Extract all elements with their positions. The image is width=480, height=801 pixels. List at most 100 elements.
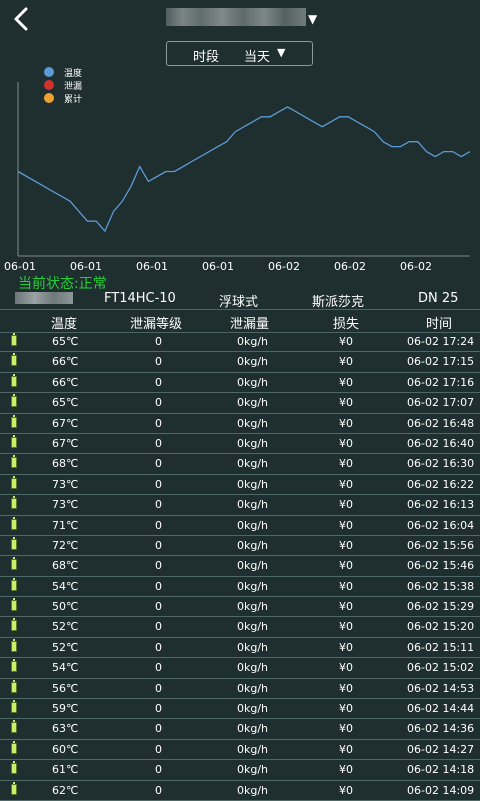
table-row[interactable]: 52℃ 0 0kg/h ¥0 06-02 15:20 xyxy=(0,617,480,638)
cell-leak-level: 0 xyxy=(155,559,162,573)
table-row[interactable]: 66℃ 0 0kg/h ¥0 06-02 17:16 xyxy=(0,373,480,394)
period-dropdown-icon[interactable]: ▼ xyxy=(277,46,285,59)
cell-temperature: 68℃ xyxy=(52,559,79,573)
battery-icon xyxy=(11,720,17,734)
cell-loss: ¥0 xyxy=(339,763,353,777)
x-tick-label: 06-01 xyxy=(202,260,234,273)
cell-temperature: 59℃ xyxy=(52,702,79,716)
cell-temperature: 67℃ xyxy=(52,436,79,450)
cell-time: 06-02 16:30 xyxy=(407,457,475,471)
col-loss: 损失 xyxy=(333,317,360,332)
table-row[interactable]: 72℃ 0 0kg/h ¥0 06-02 15:56 xyxy=(0,536,480,557)
battery-icon xyxy=(11,353,17,367)
period-label: 时段 xyxy=(193,50,220,65)
battery-icon xyxy=(11,679,17,693)
cell-time: 06-02 15:56 xyxy=(407,538,475,552)
cell-time: 06-02 14:44 xyxy=(407,702,475,716)
cell-time: 06-02 16:48 xyxy=(407,416,475,430)
cell-time: 06-02 17:24 xyxy=(407,335,475,348)
top-bar: ▼ xyxy=(0,0,480,38)
table-row[interactable]: 67℃ 0 0kg/h ¥0 06-02 16:40 xyxy=(0,434,480,455)
cell-loss: ¥0 xyxy=(339,457,353,471)
table-row[interactable]: 66℃ 0 0kg/h ¥0 06-02 17:15 xyxy=(0,352,480,373)
device-info-row: FT14HC-10 浮球式 斯派莎克 DN 25 xyxy=(0,290,480,310)
title-dropdown-caret-icon[interactable]: ▼ xyxy=(308,12,317,26)
cell-leak-amount: 0kg/h xyxy=(237,518,269,532)
x-tick-label: 06-01 xyxy=(136,260,168,273)
cell-time: 06-02 17:07 xyxy=(407,396,475,410)
device-brand: 斯派莎克 xyxy=(312,295,365,310)
table-row[interactable]: 71℃ 0 0kg/h ¥0 06-02 16:04 xyxy=(0,516,480,536)
x-tick-label: 06-02 xyxy=(334,260,366,273)
cell-leak-level: 0 xyxy=(155,620,162,634)
battery-icon xyxy=(11,557,17,571)
legend-label: 温度 xyxy=(64,67,82,79)
page-title[interactable] xyxy=(166,8,306,26)
table-row[interactable]: 56℃ 0 0kg/h ¥0 06-02 14:53 xyxy=(0,679,480,700)
cell-loss: ¥0 xyxy=(339,375,353,389)
battery-icon xyxy=(11,394,17,408)
cell-time: 06-02 14:53 xyxy=(407,681,475,695)
table-row[interactable]: 73℃ 0 0kg/h ¥0 06-02 16:22 xyxy=(0,475,480,496)
cell-leak-amount: 0kg/h xyxy=(237,722,269,736)
cell-time: 06-02 15:29 xyxy=(407,600,475,614)
cell-loss: ¥0 xyxy=(339,702,353,716)
cell-loss: ¥0 xyxy=(339,335,353,348)
cell-leak-level: 0 xyxy=(155,335,162,348)
battery-icon xyxy=(11,761,17,775)
x-tick-label: 06-01 xyxy=(70,260,102,273)
cell-leak-amount: 0kg/h xyxy=(237,457,269,471)
back-arrow-icon[interactable] xyxy=(10,6,34,32)
table-row[interactable]: 52℃ 0 0kg/h ¥0 06-02 15:11 xyxy=(0,638,480,659)
table-row[interactable]: 67℃ 0 0kg/h ¥0 06-02 16:48 xyxy=(0,414,480,434)
cell-loss: ¥0 xyxy=(339,640,353,654)
cell-leak-amount: 0kg/h xyxy=(237,335,269,348)
cell-time: 06-02 15:11 xyxy=(407,640,475,654)
table-row[interactable]: 65℃ 0 0kg/h ¥0 06-02 17:07 xyxy=(0,393,480,414)
cell-time: 06-02 14:36 xyxy=(407,722,475,736)
cell-leak-level: 0 xyxy=(155,640,162,654)
cell-leak-amount: 0kg/h xyxy=(237,681,269,695)
table-row[interactable]: 60℃ 0 0kg/h ¥0 06-02 14:27 xyxy=(0,740,480,761)
cell-leak-level: 0 xyxy=(155,518,162,532)
table-row[interactable]: 65℃ 0 0kg/h ¥0 06-02 17:24 xyxy=(0,332,480,353)
cell-leak-amount: 0kg/h xyxy=(237,538,269,552)
period-value[interactable]: 当天 xyxy=(244,46,270,65)
period-selector[interactable]: 时段 当天 ▼ xyxy=(166,41,313,66)
cell-loss: ¥0 xyxy=(339,722,353,736)
table-row[interactable]: 54℃ 0 0kg/h ¥0 06-02 15:38 xyxy=(0,577,480,598)
cell-loss: ¥0 xyxy=(339,396,353,410)
table-row[interactable]: 73℃ 0 0kg/h ¥0 06-02 16:13 xyxy=(0,495,480,516)
cell-time: 06-02 17:16 xyxy=(407,375,475,389)
cell-leak-level: 0 xyxy=(155,742,162,756)
cell-leak-level: 0 xyxy=(155,702,162,716)
table-row[interactable]: 50℃ 0 0kg/h ¥0 06-02 15:29 xyxy=(0,597,480,618)
cell-loss: ¥0 xyxy=(339,559,353,573)
table-row[interactable]: 68℃ 0 0kg/h ¥0 06-02 16:30 xyxy=(0,454,480,475)
cell-leak-level: 0 xyxy=(155,477,162,491)
cell-temperature: 73℃ xyxy=(52,477,79,491)
cell-leak-amount: 0kg/h xyxy=(237,763,269,777)
cell-leak-amount: 0kg/h xyxy=(237,559,269,573)
cell-leak-amount: 0kg/h xyxy=(237,416,269,430)
cell-leak-level: 0 xyxy=(155,498,162,512)
table-row[interactable]: 62℃ 0 0kg/h ¥0 06-02 14:09 xyxy=(0,781,480,801)
cell-leak-level: 0 xyxy=(155,416,162,430)
cell-loss: ¥0 xyxy=(339,579,353,593)
table-row[interactable]: 68℃ 0 0kg/h ¥0 06-02 15:46 xyxy=(0,556,480,577)
cell-loss: ¥0 xyxy=(339,477,353,491)
temperature-chart: 温度泄漏累计 06-01 06-01 06-01 06-01 06-02 06-02 06-0… xyxy=(4,67,471,273)
table-row[interactable]: 61℃ 0 0kg/h ¥0 06-02 14:18 xyxy=(0,760,480,781)
table-row[interactable]: 54℃ 0 0kg/h ¥0 06-02 15:02 xyxy=(0,658,480,679)
cell-time: 06-02 15:46 xyxy=(407,559,475,573)
cell-temperature: 73℃ xyxy=(52,498,79,512)
cell-leak-amount: 0kg/h xyxy=(237,477,269,491)
table-row[interactable]: 63℃ 0 0kg/h ¥0 06-02 14:36 xyxy=(0,719,480,740)
cell-leak-amount: 0kg/h xyxy=(237,640,269,654)
battery-icon xyxy=(11,434,17,448)
cell-temperature: 61℃ xyxy=(52,763,79,777)
cell-leak-amount: 0kg/h xyxy=(237,579,269,593)
table-row[interactable]: 59℃ 0 0kg/h ¥0 06-02 14:44 xyxy=(0,699,480,720)
cell-time: 06-02 16:13 xyxy=(407,498,475,512)
cell-time: 06-02 16:40 xyxy=(407,436,475,450)
